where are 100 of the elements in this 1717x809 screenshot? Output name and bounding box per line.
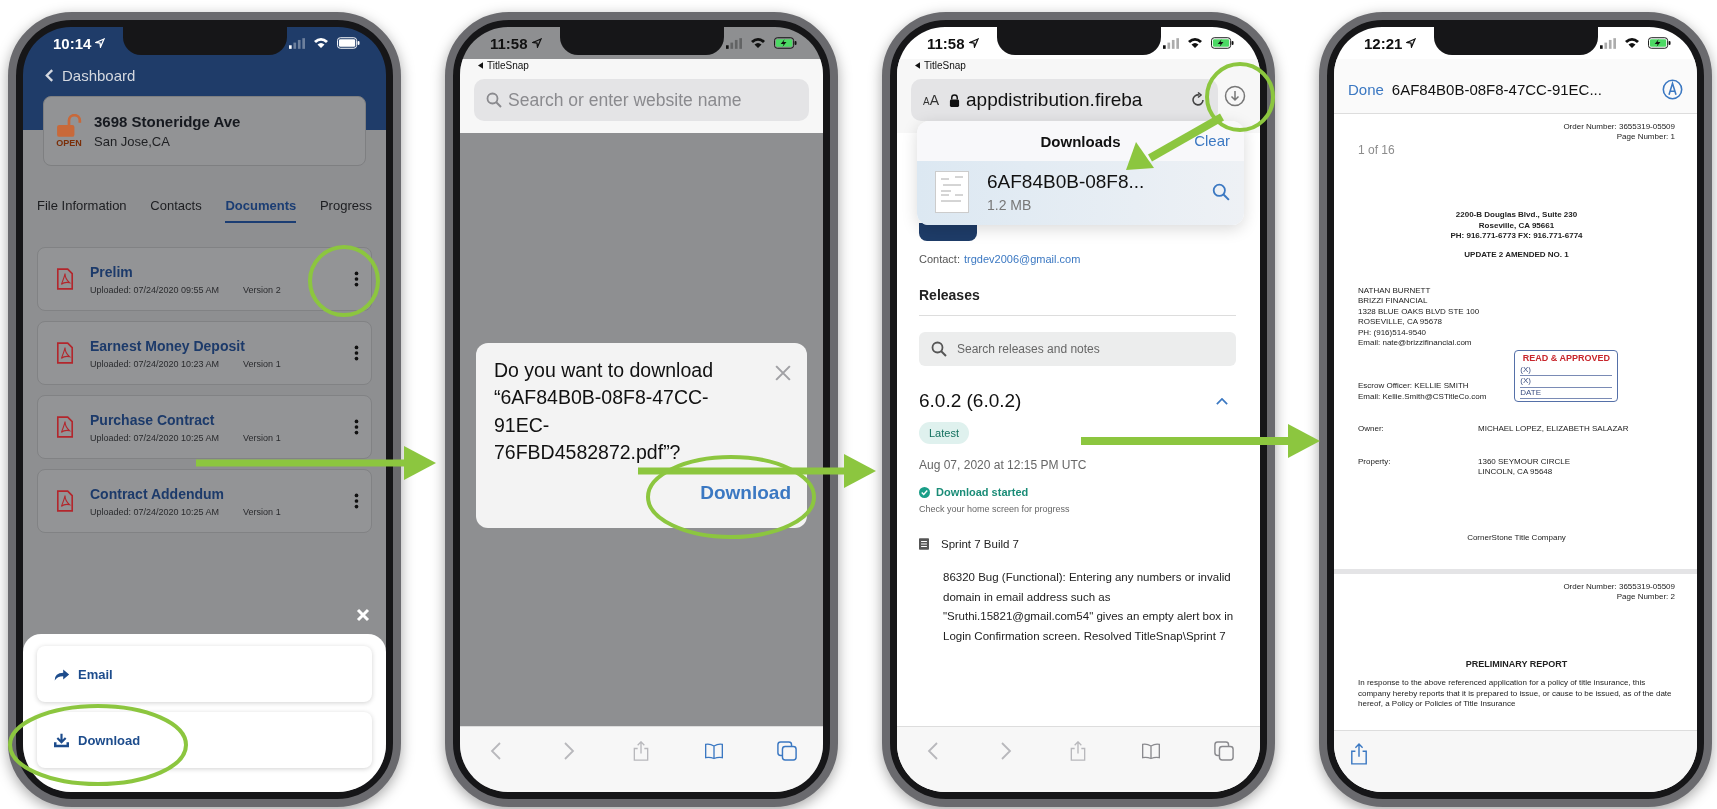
order-number: Order Number: 3655319-05509 <box>1563 122 1675 133</box>
status-time: 11:58 <box>927 34 965 52</box>
release-notes: 86320 Bug (Functional): Entering any numbers or invalid domain in email address such as "Sruthi.15821@gmail.com54" gives an empty alert box in Login Confirmation screen. Resolved TitleSnap\Sprint 7 <box>943 570 1235 644</box>
upload-date: Uploaded: 07/24/2020 09:55 AM <box>90 284 220 295</box>
page-number: Page Number: 2 <box>1616 592 1675 603</box>
reload-icon[interactable] <box>1190 92 1206 108</box>
back-triangle-icon <box>915 61 920 69</box>
location-icon <box>968 38 979 48</box>
page-number: Page Number: 1 <box>1616 132 1675 143</box>
document-version: Version 1 <box>243 358 281 369</box>
downloads-icon[interactable] <box>1224 85 1246 107</box>
popover-title: Downloads <box>1040 132 1121 150</box>
clear-button[interactable]: Clear <box>1194 132 1230 149</box>
letterhead-line: Roseville, CA 95661 <box>1478 220 1555 232</box>
page-indicator: 1 of 16 <box>1358 142 1396 159</box>
tab[interactable]: Progress <box>319 198 372 223</box>
stamp-line: (X) <box>1520 364 1613 377</box>
wifi-icon <box>750 37 766 49</box>
address-bar[interactable]: AA appdistribution.fireba <box>911 79 1218 121</box>
back-link[interactable]: TitleSnap <box>487 59 529 71</box>
file-size: 1.2 MB <box>987 197 1033 213</box>
status-label: OPEN <box>56 138 82 148</box>
tabs-icon[interactable] <box>776 741 797 761</box>
document-card[interactable]: Purchase Contract Uploaded: 07/24/2020 10:25 AM Version 1 <box>37 395 372 459</box>
property-address: 3698 Stoneridge Ave <box>94 113 241 130</box>
tab[interactable]: File Information <box>37 198 127 223</box>
section-title: Releases <box>919 287 980 303</box>
upload-date: Uploaded: 07/24/2020 10:23 AM <box>90 358 220 369</box>
order-number: Order Number: 3655319-05509 <box>1563 582 1675 593</box>
document-card[interactable]: Contract Addendum Uploaded: 07/24/2020 10:25 AM Version 1 <box>37 469 372 533</box>
search-icon <box>486 92 502 108</box>
collapse-chevron-icon[interactable] <box>1216 397 1228 405</box>
status-time: 11:58 <box>490 34 528 52</box>
escrow-line: Email: Kellie.Smith@CSTitleCo.com <box>1358 391 1487 403</box>
search-icon <box>931 341 947 357</box>
report-title: PRELIMINARY REPORT <box>1465 658 1568 671</box>
status-hint: Check your home screen for progress <box>919 504 1070 514</box>
recipient-line: PH: (916)514-9540 <box>1358 327 1428 338</box>
close-icon[interactable] <box>775 365 791 381</box>
download-item[interactable]: 6AF84B0B-08F8... 1.2 MB <box>917 161 1244 225</box>
field-value: MICHAEL LOPEZ, ELIZABETH SALAZAR <box>1478 424 1629 435</box>
more-options-icon[interactable] <box>354 493 359 509</box>
padlock-icon <box>56 114 82 138</box>
contact-label: Contact: <box>919 253 960 265</box>
highlight-circle <box>1205 62 1275 132</box>
notes-icon <box>919 538 929 550</box>
signal-icon <box>289 37 305 49</box>
document-card[interactable]: Earnest Money Deposit Uploaded: 07/24/2020 10:23 AM Version 1 <box>37 321 372 385</box>
chevron-left-icon <box>45 68 54 83</box>
location-icon <box>1406 38 1417 48</box>
signal-icon <box>726 37 742 49</box>
bookmarks-icon[interactable] <box>1141 741 1162 761</box>
stamp-title: READ & APPROVED <box>1521 353 1611 365</box>
action-button[interactable]: Email <box>37 646 372 702</box>
signal-icon <box>1163 37 1179 49</box>
email-link[interactable]: trgdev2006@gmail.com <box>963 253 1081 265</box>
field-label: Property: <box>1358 456 1392 468</box>
search-field[interactable]: Search releases and notes <box>919 332 1236 366</box>
status-time: 10:14 <box>53 34 92 52</box>
recipient-line: NATHAN BURNETT <box>1358 285 1432 297</box>
signal-icon <box>1600 37 1616 49</box>
more-options-icon[interactable] <box>354 345 359 361</box>
field-value: LINCOLN, CA 95648 <box>1478 466 1554 478</box>
done-button[interactable]: Done <box>1348 80 1384 98</box>
search-field[interactable]: Search or enter website name <box>474 79 809 121</box>
highlight-circle <box>308 245 380 317</box>
document-version: Version 2 <box>243 284 281 295</box>
stamp-line: (X) <box>1520 376 1613 388</box>
letterhead-line: 2200-B Douglas Blvd., Suite 230 <box>1455 210 1578 221</box>
back-link[interactable]: Dashboard <box>62 67 136 84</box>
document-heading: UPDATE 2 AMENDED NO. 1 <box>1464 249 1569 260</box>
bookmarks-icon[interactable] <box>704 741 725 761</box>
wifi-icon <box>1624 37 1640 49</box>
lock-icon <box>949 93 960 107</box>
more-options-icon[interactable] <box>354 419 359 435</box>
tabs-icon[interactable] <box>1213 741 1234 761</box>
search-icon[interactable] <box>1212 183 1230 201</box>
text-size-button[interactable]: AA <box>923 92 939 108</box>
document-name: Prelim <box>90 263 134 280</box>
action-button[interactable]: Download <box>37 712 372 768</box>
share-icon[interactable] <box>1350 743 1368 765</box>
company-name: CornerStone Title Company <box>1467 533 1566 544</box>
property-city: San Jose,CA <box>94 134 171 149</box>
document-version: Version 1 <box>243 432 281 443</box>
url-text: appdistribution.fireba <box>966 89 1144 111</box>
more-options-icon[interactable] <box>354 271 359 287</box>
document-card[interactable]: Prelim Uploaded: 07/24/2020 09:55 AM Version 2 <box>37 247 372 311</box>
latest-badge: Latest <box>919 422 969 444</box>
pdf-file-icon <box>56 268 74 290</box>
markup-pen-icon[interactable] <box>1662 78 1683 100</box>
document-name: Earnest Money Deposit <box>90 337 246 354</box>
stamp-line: DATE <box>1520 387 1613 400</box>
download-button[interactable]: Download <box>700 478 791 509</box>
document-title: 6AF84B0B-08F8-47CC-91EC... <box>1391 80 1603 98</box>
status-time: 12:21 <box>1364 34 1403 52</box>
tab[interactable]: Documents <box>225 198 297 223</box>
pdf-file-icon <box>56 342 74 364</box>
back-link[interactable]: TitleSnap <box>924 59 966 71</box>
tab[interactable]: Contacts <box>150 198 202 223</box>
pdf-file-icon <box>56 490 74 512</box>
